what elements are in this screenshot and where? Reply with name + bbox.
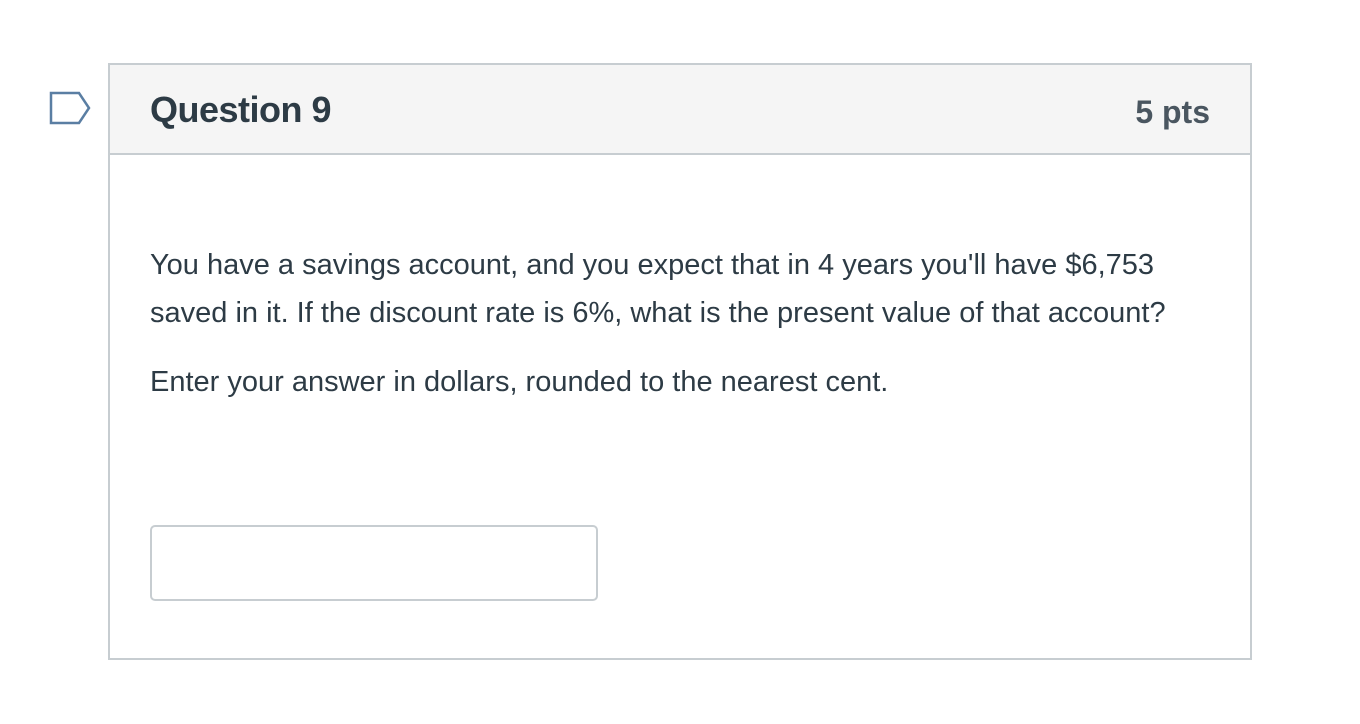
question-prompt: You have a savings account, and you expe… (150, 249, 1166, 329)
answer-input[interactable] (150, 525, 598, 601)
question-points: 5 pts (1135, 94, 1210, 130)
question-header: Question 9 5 pts (110, 65, 1250, 155)
question-instruction: Enter your answer in dollars, rounded to… (150, 366, 889, 398)
flag-question-icon[interactable] (49, 91, 91, 125)
question-card: Question 9 5 pts You have a savings acco… (108, 63, 1252, 660)
question-text: You have a savings account, and you expe… (150, 241, 1222, 406)
question-title: Question 9 (150, 89, 332, 130)
